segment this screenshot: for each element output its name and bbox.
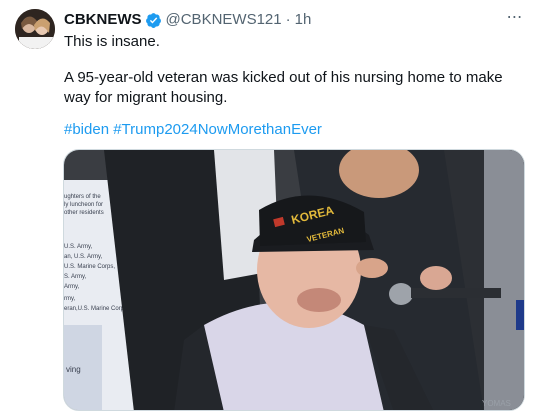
sign-line: an, U.S. Army, [64,254,103,260]
hashtag-trump2024[interactable]: #Trump2024NowMorethanEver [113,121,322,138]
video-watermark: YOMAS [482,399,511,408]
sign-line: other residents [64,210,104,216]
tweet-text-line-2: A 95-year-old veteran was kicked out of … [64,69,503,106]
sign-line: Army, [64,284,80,290]
author-handle[interactable]: @CBKNEWS121 [166,11,282,29]
sign-line: U.S. Army, [64,244,93,250]
tweet-hashtags: #biden #Trump2024NowMorethanEver [64,120,322,140]
sign-line: rmy, [64,296,76,302]
sign-line: eran,U.S. Marine Corps, [64,306,129,312]
more-options-icon[interactable]: ⋯ [505,8,525,28]
tweet-media-video[interactable]: ughters of the ly luncheon for other res… [63,149,525,411]
sign-line: ly luncheon for [64,202,103,208]
sign-line: ughters of the [64,194,101,200]
tweet-text-line-1: This is insane. [64,33,160,50]
tweet-timestamp[interactable]: 1h [295,11,312,29]
author-name[interactable]: CBKNEWS [64,11,142,29]
author-avatar[interactable] [15,9,55,49]
sign-line: ving [66,365,81,374]
verified-badge-icon [145,12,162,29]
header-separator: · [285,11,291,28]
tweet[interactable]: CBKNEWS @CBKNEWS121 · 1h ⋯ This is insan… [0,0,543,418]
hashtag-biden[interactable]: #biden [64,121,109,138]
tweet-header: CBKNEWS @CBKNEWS121 · 1h [64,11,311,29]
sign-line: S. Army, [64,274,87,280]
sign-line: U.S. Marine Corps, [64,264,115,270]
